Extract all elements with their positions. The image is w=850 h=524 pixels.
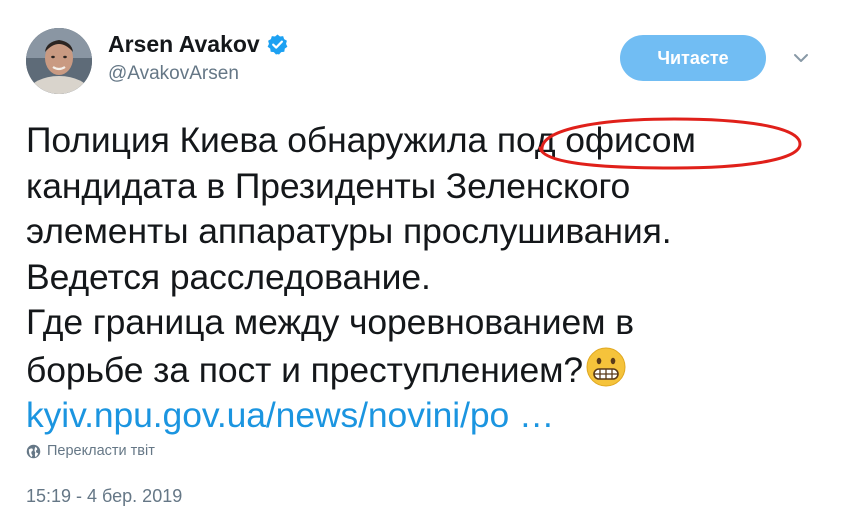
avatar[interactable]: [26, 28, 92, 94]
avatar-photo: [26, 28, 92, 94]
verified-badge-icon: [267, 33, 288, 54]
globe-icon: [26, 444, 41, 458]
tweet-text-line: элементы аппаратуры прослушивания.: [26, 211, 672, 251]
tweet-text: Полиция Киева обнаружила под офисом канд…: [26, 118, 826, 439]
tweet-text-line: кандидата в Президенты Зеленского: [26, 165, 631, 206]
tweet-text-line: Полиция Киева обнаружила под офисом: [26, 120, 696, 160]
tweet-text-line: Где граница между чоревнованием в: [26, 302, 634, 342]
translate-label: Перекласти твіт: [47, 443, 155, 459]
tweet-text-line: Ведется расследование.: [26, 256, 431, 297]
translate-tweet-link[interactable]: Перекласти твіт: [26, 443, 155, 459]
following-button[interactable]: Читаєте: [620, 35, 766, 81]
author-name[interactable]: Arsen Avakov: [108, 31, 260, 57]
tweet-timestamp[interactable]: 15:19 - 4 бер. 2019: [26, 486, 182, 507]
tweet-link[interactable]: kyiv.npu.gov.ua/news/novini/po …: [26, 393, 826, 439]
tweet-text-line-with-emoji: борьбе за пост и преступлением?: [26, 346, 826, 394]
grimacing-face-icon: [586, 347, 626, 386]
tweet-text-line: борьбе за пост и преступлением?: [26, 349, 584, 390]
chevron-down-icon[interactable]: [790, 50, 812, 66]
author-name-row: Arsen Avakov: [108, 31, 289, 57]
author-handle[interactable]: @AvakovArsen: [108, 63, 239, 85]
